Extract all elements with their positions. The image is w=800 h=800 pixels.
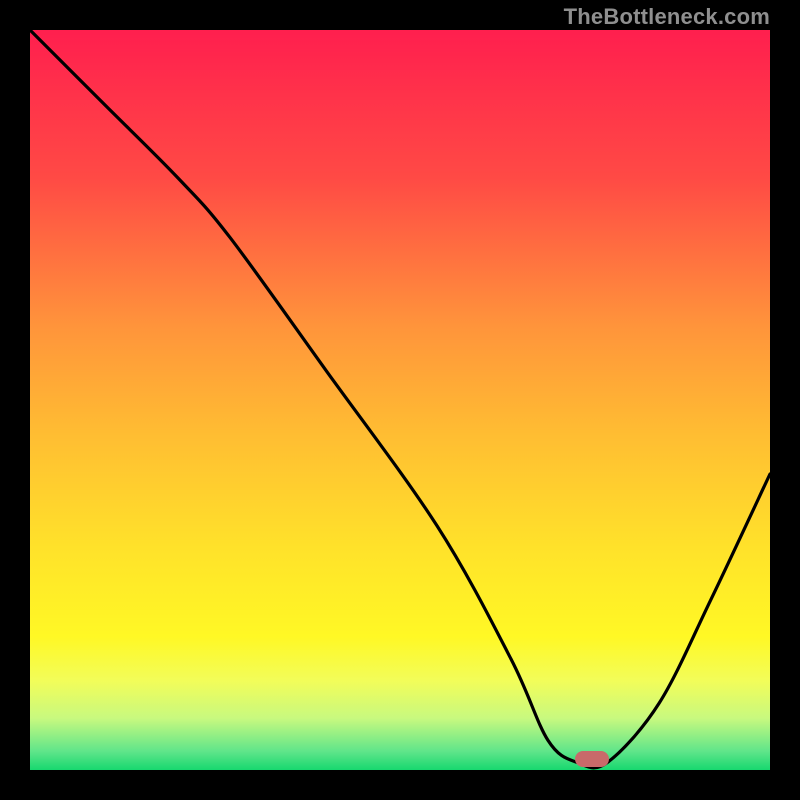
optimal-point-marker <box>575 751 609 767</box>
bottleneck-curve <box>30 30 770 770</box>
chart-frame <box>30 30 770 770</box>
plot-area <box>30 30 770 770</box>
watermark-text: TheBottleneck.com <box>564 4 770 30</box>
